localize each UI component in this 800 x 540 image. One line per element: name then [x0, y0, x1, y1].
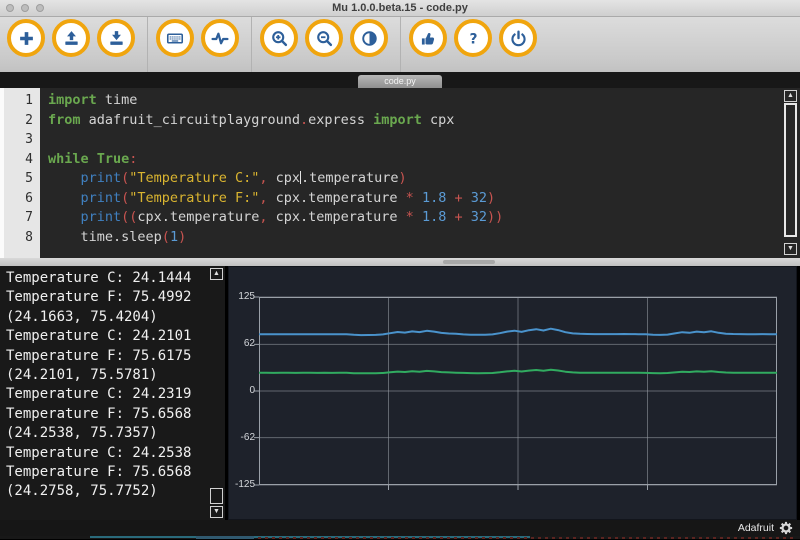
- console-line: Temperature F: 75.6568: [6, 463, 191, 482]
- console-line: (24.2758, 75.7752): [6, 482, 191, 501]
- console-line: Temperature F: 75.6175: [6, 347, 191, 366]
- theme-button[interactable]: [350, 19, 388, 57]
- console-line: Temperature F: 75.6568: [6, 405, 191, 424]
- editor-scrollbar-thumb[interactable]: [784, 103, 797, 237]
- keyboard-icon: [166, 30, 184, 47]
- y-axis-tick-label: -125: [228, 479, 255, 491]
- help-button[interactable]: ?: [454, 19, 492, 57]
- line-number: 1: [0, 91, 40, 111]
- line-number: 8: [0, 228, 40, 248]
- code-text: time.sleep(1): [40, 228, 186, 248]
- console-line: Temperature C: 24.2319: [6, 385, 191, 404]
- download-icon: [108, 30, 125, 47]
- console-line: Temperature C: 24.2538: [6, 444, 191, 463]
- line-number: 6: [0, 189, 40, 209]
- pane-splitter[interactable]: [0, 258, 800, 266]
- line-number: 5: [0, 169, 40, 189]
- zoom-out-button[interactable]: [305, 19, 343, 57]
- y-axis-tick-label: 62: [228, 338, 255, 350]
- console-line: Temperature C: 24.2101: [6, 327, 191, 346]
- scroll-down-icon[interactable]: ▼: [784, 243, 797, 255]
- console-scroll-up-icon[interactable]: ▲: [210, 268, 223, 280]
- quit-button[interactable]: [499, 19, 537, 57]
- code-line[interactable]: 8 time.sleep(1): [0, 228, 800, 248]
- splitter-grip[interactable]: [443, 260, 495, 264]
- status-bar: Adafruit: [0, 520, 800, 536]
- plus-icon: [18, 30, 35, 47]
- title-bar: Mu 1.0.0.beta.15 - code.py: [0, 0, 800, 17]
- console-line: (24.1663, 75.4204): [6, 308, 191, 327]
- console-output: Temperature C: 24.1444Temperature F: 75.…: [6, 269, 191, 502]
- code-line[interactable]: 6 print("Temperature F:", cpx.temperatur…: [0, 189, 800, 209]
- waveform-icon: [211, 30, 229, 47]
- console-line: Temperature F: 75.4992: [6, 288, 191, 307]
- toolbar-separator: [147, 17, 148, 72]
- y-axis-tick-label: 125: [228, 291, 255, 303]
- zoom-out-icon: [316, 30, 333, 47]
- line-number: 4: [0, 150, 40, 170]
- save-button[interactable]: [97, 19, 135, 57]
- code-text: import time: [40, 91, 137, 111]
- thumbs-up-icon: [420, 30, 437, 47]
- line-number: 7: [0, 208, 40, 228]
- code-area[interactable]: 1import time2from adafruit_circuitplaygr…: [0, 91, 800, 247]
- code-text: from adafruit_circuitplayground.express …: [40, 111, 454, 131]
- serial-console[interactable]: Temperature C: 24.1444Temperature F: 75.…: [0, 266, 225, 520]
- new-button[interactable]: [7, 19, 45, 57]
- zoom-in-icon: [271, 30, 288, 47]
- toolbar-separator: [251, 17, 252, 72]
- y-axis-tick-label: -62: [228, 432, 255, 444]
- code-line[interactable]: 1import time: [0, 91, 800, 111]
- code-line[interactable]: 3: [0, 130, 800, 150]
- code-editor[interactable]: 1import time2from adafruit_circuitplaygr…: [0, 88, 800, 258]
- mode-label[interactable]: Adafruit: [738, 520, 774, 536]
- load-button[interactable]: [52, 19, 90, 57]
- toolbar: ?: [0, 17, 800, 72]
- toolbar-separator: [400, 17, 401, 72]
- line-number: 3: [0, 130, 40, 150]
- plotter-button[interactable]: [201, 19, 239, 57]
- code-text: while True:: [40, 150, 137, 170]
- y-axis-tick-label: 0: [228, 385, 255, 397]
- plotter-pane: 125 62 0 -62 -125: [228, 266, 797, 520]
- window-title: Mu 1.0.0.beta.15 - code.py: [0, 0, 800, 17]
- contrast-icon: [361, 30, 378, 47]
- code-line[interactable]: 7 print((cpx.temperature, cpx.temperatur…: [0, 208, 800, 228]
- code-line[interactable]: 4while True:: [0, 150, 800, 170]
- power-icon: [510, 30, 527, 47]
- console-line: (24.2538, 75.7357): [6, 424, 191, 443]
- upload-icon: [63, 30, 80, 47]
- console-scrollbar-thumb[interactable]: [210, 488, 223, 504]
- line-number: 2: [0, 111, 40, 131]
- code-text: print("Temperature F:", cpx.temperature …: [40, 189, 495, 209]
- console-line: Temperature C: 24.1444: [6, 269, 191, 288]
- code-text: print("Temperature C:", cpx.temperature): [40, 169, 407, 189]
- zoom-in-button[interactable]: [260, 19, 298, 57]
- serial-button[interactable]: [156, 19, 194, 57]
- scroll-up-icon[interactable]: ▲: [784, 90, 797, 102]
- temperature-plot: [259, 297, 777, 485]
- question-icon: ?: [465, 30, 482, 47]
- console-line: (24.2101, 75.5781): [6, 366, 191, 385]
- console-scroll-down-icon[interactable]: ▼: [210, 506, 223, 518]
- tab-bar: code.py: [0, 72, 800, 88]
- tab-code-py[interactable]: code.py: [358, 75, 442, 88]
- svg-text:?: ?: [469, 31, 477, 47]
- code-text: print((cpx.temperature, cpx.temperature …: [40, 208, 503, 228]
- code-text: [40, 130, 48, 150]
- check-button[interactable]: [409, 19, 447, 57]
- code-line[interactable]: 2from adafruit_circuitplayground.express…: [0, 111, 800, 131]
- code-line[interactable]: 5 print("Temperature C:", cpx.temperatur…: [0, 169, 800, 189]
